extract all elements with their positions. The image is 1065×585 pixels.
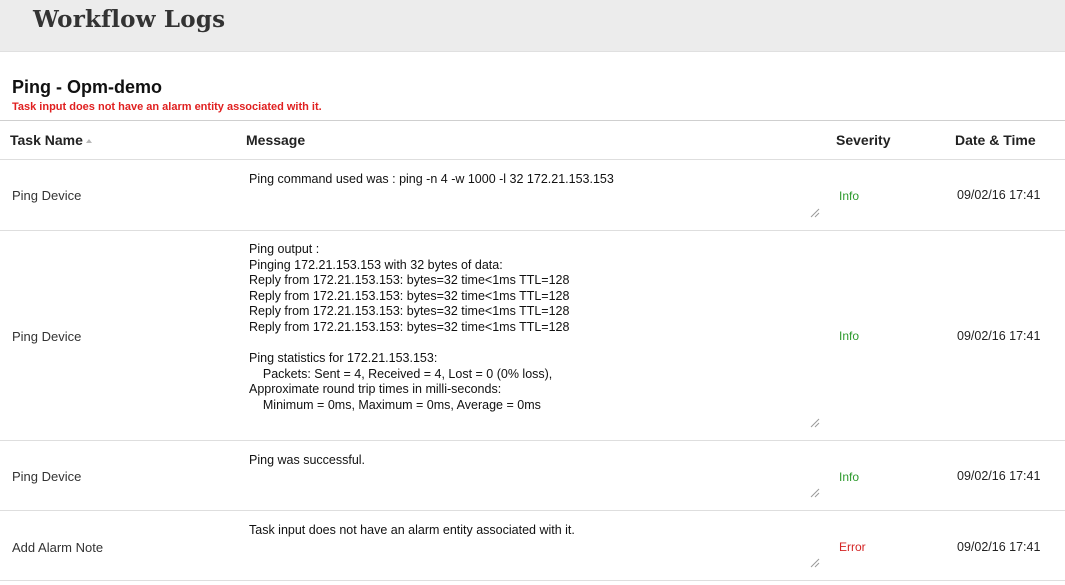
severity-badge: Info [839, 189, 860, 203]
sort-icon[interactable] [85, 139, 92, 143]
table-row: Ping Device Ping was successful. Info 09… [0, 440, 1065, 510]
task-name-cell: Ping Device [12, 329, 82, 344]
page-title: Workflow Logs [33, 6, 226, 33]
severity-badge: Error [839, 540, 866, 554]
resize-handle-icon[interactable] [810, 418, 820, 428]
resize-handle-icon[interactable] [810, 208, 820, 218]
message-textarea[interactable]: Ping output : Pinging 172.21.153.153 wit… [249, 242, 821, 430]
task-name-cell: Add Alarm Note [12, 540, 104, 555]
workflow-error-message: Task input does not have an alarm entity… [12, 101, 322, 113]
table-bottom-divider [0, 580, 1065, 581]
column-header-severity[interactable]: Severity [836, 132, 890, 148]
message-textarea[interactable]: Task input does not have an alarm entity… [249, 523, 821, 573]
table-divider [0, 120, 1065, 121]
task-name-cell: Ping Device [12, 469, 82, 484]
workflow-name: Ping - Opm-demo [12, 77, 162, 97]
date-time-cell: 09/02/16 17:41 [957, 540, 1041, 554]
table-row: Ping Device Ping command used was : ping… [0, 159, 1065, 230]
table-row: Add Alarm Note Task input does not have … [0, 510, 1065, 580]
message-textarea[interactable]: Ping command used was : ping -n 4 -w 100… [249, 172, 821, 222]
severity-badge: Info [839, 470, 860, 484]
table-row: Ping Device Ping output : Pinging 172.21… [0, 230, 1065, 440]
date-time-cell: 09/02/16 17:41 [957, 329, 1041, 343]
severity-badge: Info [839, 329, 860, 343]
column-header-date-time[interactable]: Date & Time [955, 132, 1036, 148]
resize-handle-icon[interactable] [810, 558, 820, 568]
column-header-message[interactable]: Message [246, 132, 305, 148]
date-time-cell: 09/02/16 17:41 [957, 469, 1041, 483]
column-header-task-name[interactable]: Task Name [10, 132, 92, 148]
message-textarea[interactable]: Ping was successful. [249, 453, 821, 503]
task-name-cell: Ping Device [12, 188, 82, 203]
page-header: Workflow Logs [0, 0, 1065, 52]
column-header-task-name-label: Task Name [10, 132, 83, 148]
date-time-cell: 09/02/16 17:41 [957, 188, 1041, 202]
resize-handle-icon[interactable] [810, 488, 820, 498]
